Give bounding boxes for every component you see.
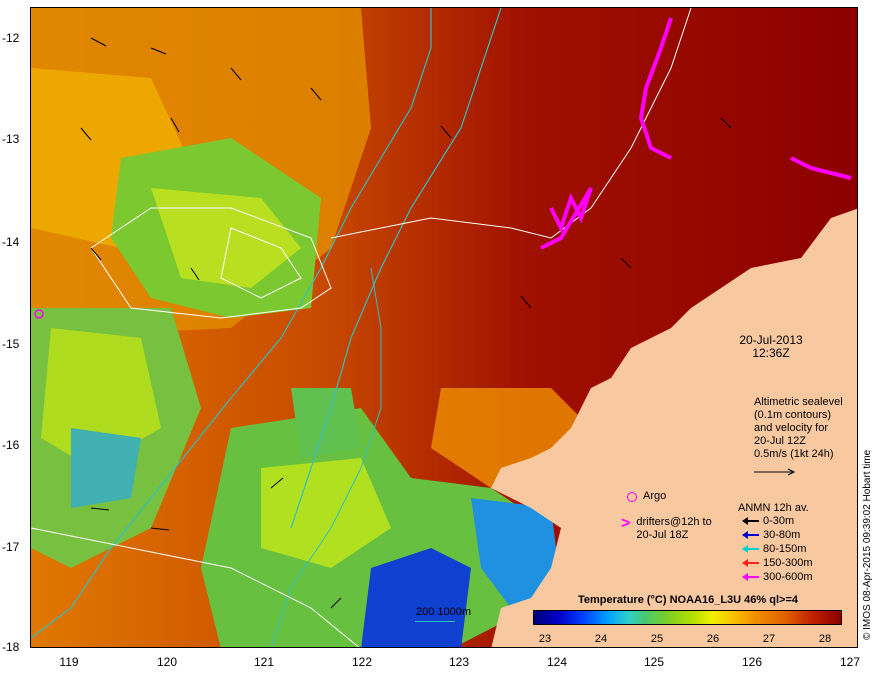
colorbar-tick: 25	[650, 633, 664, 645]
lon-tick-label: 127	[839, 655, 861, 669]
lon-tick-label: 125	[643, 655, 665, 669]
argo-legend: Argo	[627, 490, 666, 503]
drifters-legend: > drifters@12h to 20-Jul 18Z	[621, 516, 712, 542]
lon-tick-label: 124	[546, 655, 568, 669]
lat-tick-label: -12	[2, 31, 20, 45]
sst-map: 20-Jul-2013 12:36Z Altimetric sealevel (…	[30, 7, 858, 648]
lon-tick-label: 121	[253, 655, 275, 669]
argo-label: Argo	[643, 490, 667, 502]
sealevel-line: Altimetric sealevel	[754, 396, 843, 408]
arrow-cyan-icon	[742, 545, 759, 553]
colorbar-tick: 26	[706, 633, 720, 645]
sealevel-note: Altimetric sealevel (0.1m contours) and …	[754, 396, 843, 461]
lon-tick-label: 123	[448, 655, 470, 669]
anmn-item: 300-600m	[742, 571, 813, 583]
colorbar-tick: 24	[594, 633, 608, 645]
colorbar-tick: 27	[762, 633, 776, 645]
drifter-chevron-icon: >	[621, 515, 631, 532]
sst-field	[31, 8, 857, 647]
anmn-item-label: 0-30m	[763, 515, 795, 527]
sealevel-line: 0.5m/s (1kt 24h)	[754, 448, 834, 460]
arrow-black-icon	[742, 517, 759, 525]
temperature-colorbar	[533, 610, 842, 625]
sealevel-line: and velocity for	[754, 422, 828, 434]
anmn-item: 150-300m	[742, 557, 813, 569]
lon-tick-label: 126	[741, 655, 763, 669]
arrow-red-icon	[742, 559, 759, 567]
lon-tick-label: 120	[156, 655, 178, 669]
colorbar-tick: 23	[538, 633, 552, 645]
argo-circle-icon	[627, 491, 637, 502]
anmn-item: 80-150m	[742, 543, 807, 555]
anmn-item-label: 30-80m	[763, 529, 801, 541]
lat-tick-label: -17	[2, 540, 20, 554]
colorbar-tick: 28	[818, 633, 832, 645]
date-line-2: 12:36Z	[752, 346, 790, 360]
anmn-item-label: 300-600m	[763, 571, 813, 583]
sealevel-line: 20-Jul 12Z	[754, 435, 806, 447]
arrow-blue-icon	[742, 531, 759, 539]
lon-tick-label: 119	[59, 655, 79, 669]
credit-text: © IMOS 08-Apr-2015 09:39:02 Hobart time	[862, 449, 873, 640]
anmn-item: 0-30m	[742, 515, 795, 527]
lat-tick-label: -18	[2, 640, 20, 654]
lat-tick-label: -15	[2, 337, 20, 351]
depth-scale-label: 200 1000m	[416, 606, 472, 618]
velocity-scale-arrow	[754, 463, 798, 481]
anmn-item-label: 150-300m	[763, 557, 813, 569]
lat-tick-label: -16	[2, 438, 20, 452]
lat-tick-label: -14	[2, 235, 20, 249]
depth-scale-line	[415, 621, 455, 622]
anmn-item-label: 80-150m	[763, 543, 807, 555]
lat-tick-label: -13	[2, 132, 20, 146]
arrow-magenta-icon	[742, 573, 759, 581]
drifters-line: drifters@12h to	[636, 516, 712, 528]
anmn-item: 30-80m	[742, 529, 801, 541]
map-date: 20-Jul-2013 12:36Z	[721, 334, 821, 360]
lon-tick-label: 122	[351, 655, 373, 669]
anmn-title: ANMN 12h av.	[738, 502, 809, 514]
sealevel-line: (0.1m contours)	[754, 409, 832, 421]
drifters-line: 20-Jul 18Z	[636, 529, 689, 541]
colorbar-title: Temperature (°C) NOAA16_L3U 46% ql>=4	[578, 594, 798, 606]
